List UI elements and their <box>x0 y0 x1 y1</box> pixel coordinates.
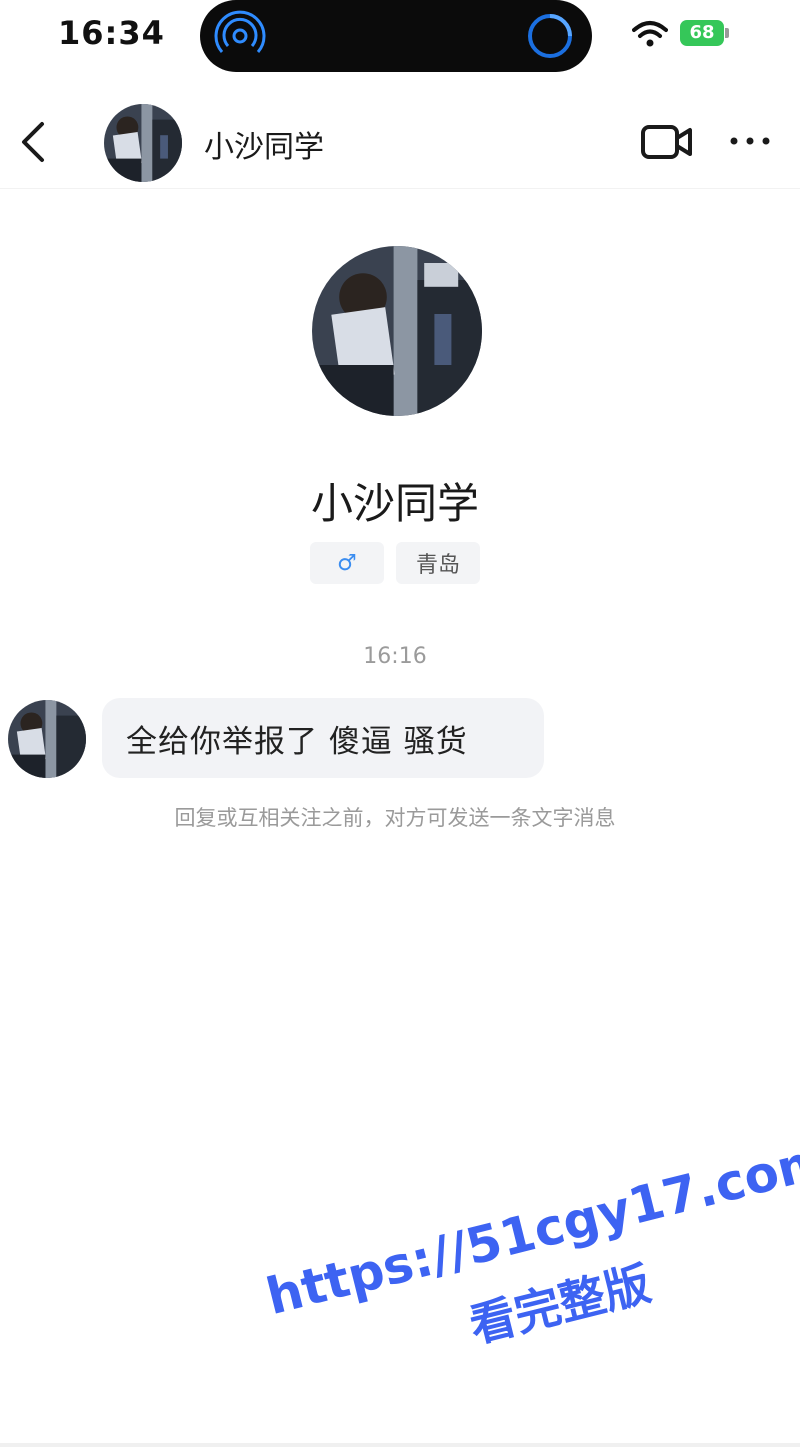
dynamic-island <box>200 0 592 72</box>
status-bar: 16:34 68 <box>0 0 800 72</box>
avatar-photo <box>312 246 482 416</box>
bottom-divider <box>0 1443 800 1447</box>
watermark: https://51cgy17.com 看完整版 <box>232 1110 800 1430</box>
message-text: 全给你举报了 傻逼 骚货 <box>126 723 468 760</box>
message-bubble[interactable]: 全给你举报了 傻逼 骚货 <box>102 698 544 778</box>
airdrop-icon <box>214 10 266 53</box>
battery-level: 68 <box>680 20 724 46</box>
battery-icon: 68 <box>680 20 730 46</box>
header-avatar[interactable] <box>104 104 182 182</box>
chat-title: 小沙同学 <box>204 130 324 165</box>
wifi-icon <box>632 21 668 47</box>
gender-tag: ♂ <box>309 542 384 584</box>
status-time: 16:34 <box>58 14 165 52</box>
message-timestamp: 16:16 <box>363 644 427 669</box>
chat-header: 小沙同学 <box>0 96 800 189</box>
profile-name: 小沙同学 <box>310 479 479 528</box>
profile-tags: ♂ 青岛 <box>0 542 790 584</box>
male-icon: ♂ <box>337 550 357 576</box>
profile-avatar[interactable] <box>312 246 482 416</box>
chevron-left-icon[interactable] <box>14 118 54 166</box>
avatar-photo <box>104 104 182 182</box>
more-dots-icon[interactable] <box>726 126 774 156</box>
sender-avatar[interactable] <box>8 700 86 778</box>
activity-ring-icon <box>528 14 572 58</box>
video-camera-icon[interactable] <box>640 122 694 162</box>
avatar-photo <box>8 700 86 778</box>
location-tag: 青岛 <box>395 542 480 584</box>
reply-limit-hint: 回复或互相关注之前，对方可发送一条文字消息 <box>174 806 616 830</box>
